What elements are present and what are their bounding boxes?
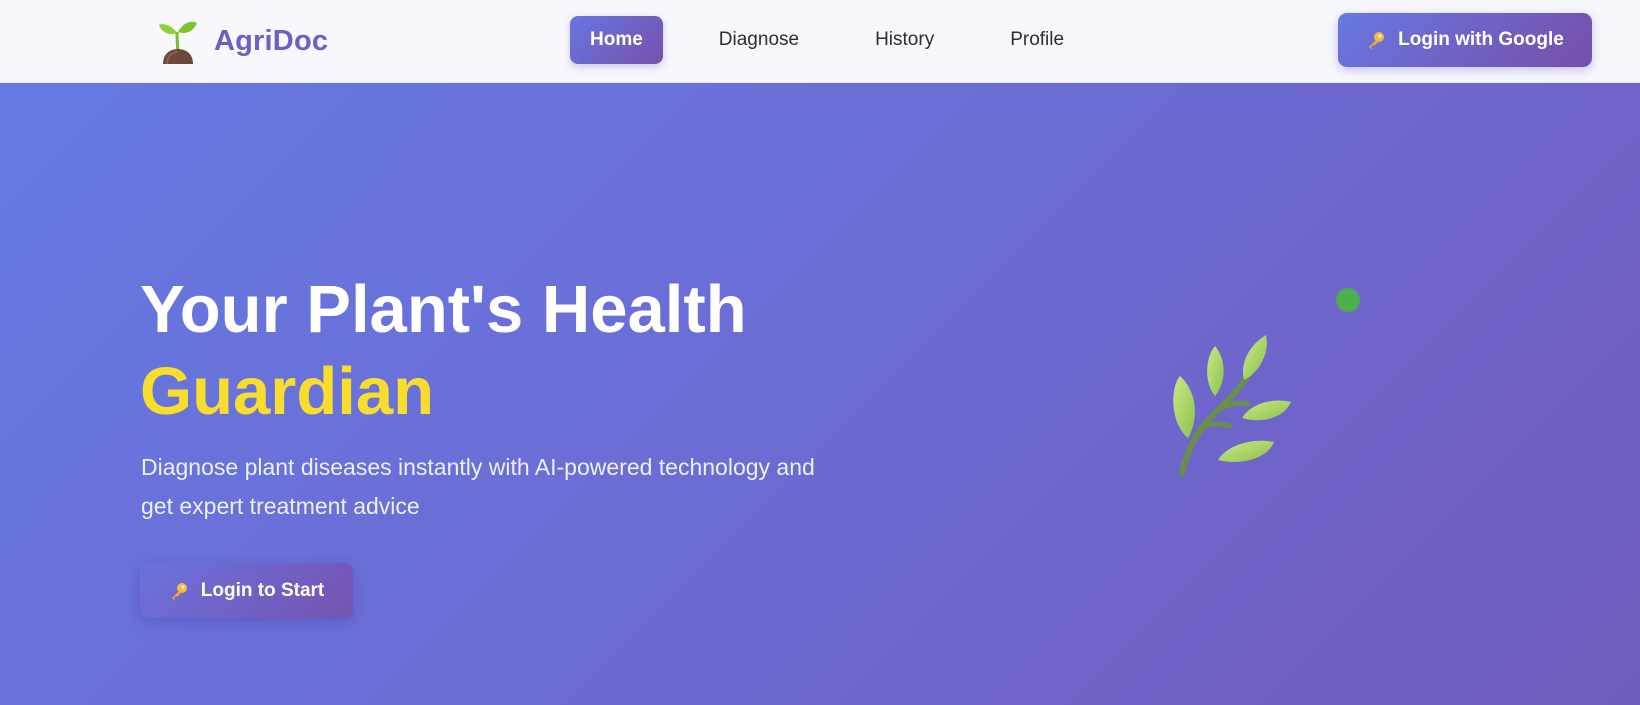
nav-profile[interactable]: Profile [990, 16, 1084, 64]
login-with-google-label: Login with Google [1398, 29, 1564, 50]
herb-icon [1160, 328, 1295, 478]
hero-section: Your Plant's Health Guardian Diagnose pl… [0, 83, 1640, 705]
nav-home[interactable]: Home [570, 16, 663, 64]
seedling-icon [157, 18, 199, 65]
main-nav: Home Diagnose History Profile [570, 16, 1120, 64]
key-icon [1366, 30, 1386, 50]
nav-diagnose[interactable]: Diagnose [699, 16, 819, 64]
hero-subtitle: Diagnose plant diseases instantly with A… [141, 454, 815, 519]
nav-history[interactable]: History [855, 16, 954, 64]
login-with-google-button[interactable]: Login with Google [1338, 13, 1592, 67]
floating-dot [1336, 288, 1360, 312]
hero-title-accent: Guardian [140, 354, 435, 429]
hero-title: Your Plant's Health Guardian [140, 269, 747, 433]
login-to-start-label: Login to Start [200, 579, 325, 601]
top-navbar: AgriDoc Home Diagnose History Profile Lo… [0, 0, 1640, 83]
brand-name: AgriDoc [214, 24, 329, 57]
brand[interactable]: AgriDoc [157, 18, 329, 65]
key-icon [169, 581, 189, 601]
login-to-start-button[interactable]: Login to Start [140, 563, 353, 618]
hero-title-line1: Your Plant's Health [140, 272, 747, 347]
